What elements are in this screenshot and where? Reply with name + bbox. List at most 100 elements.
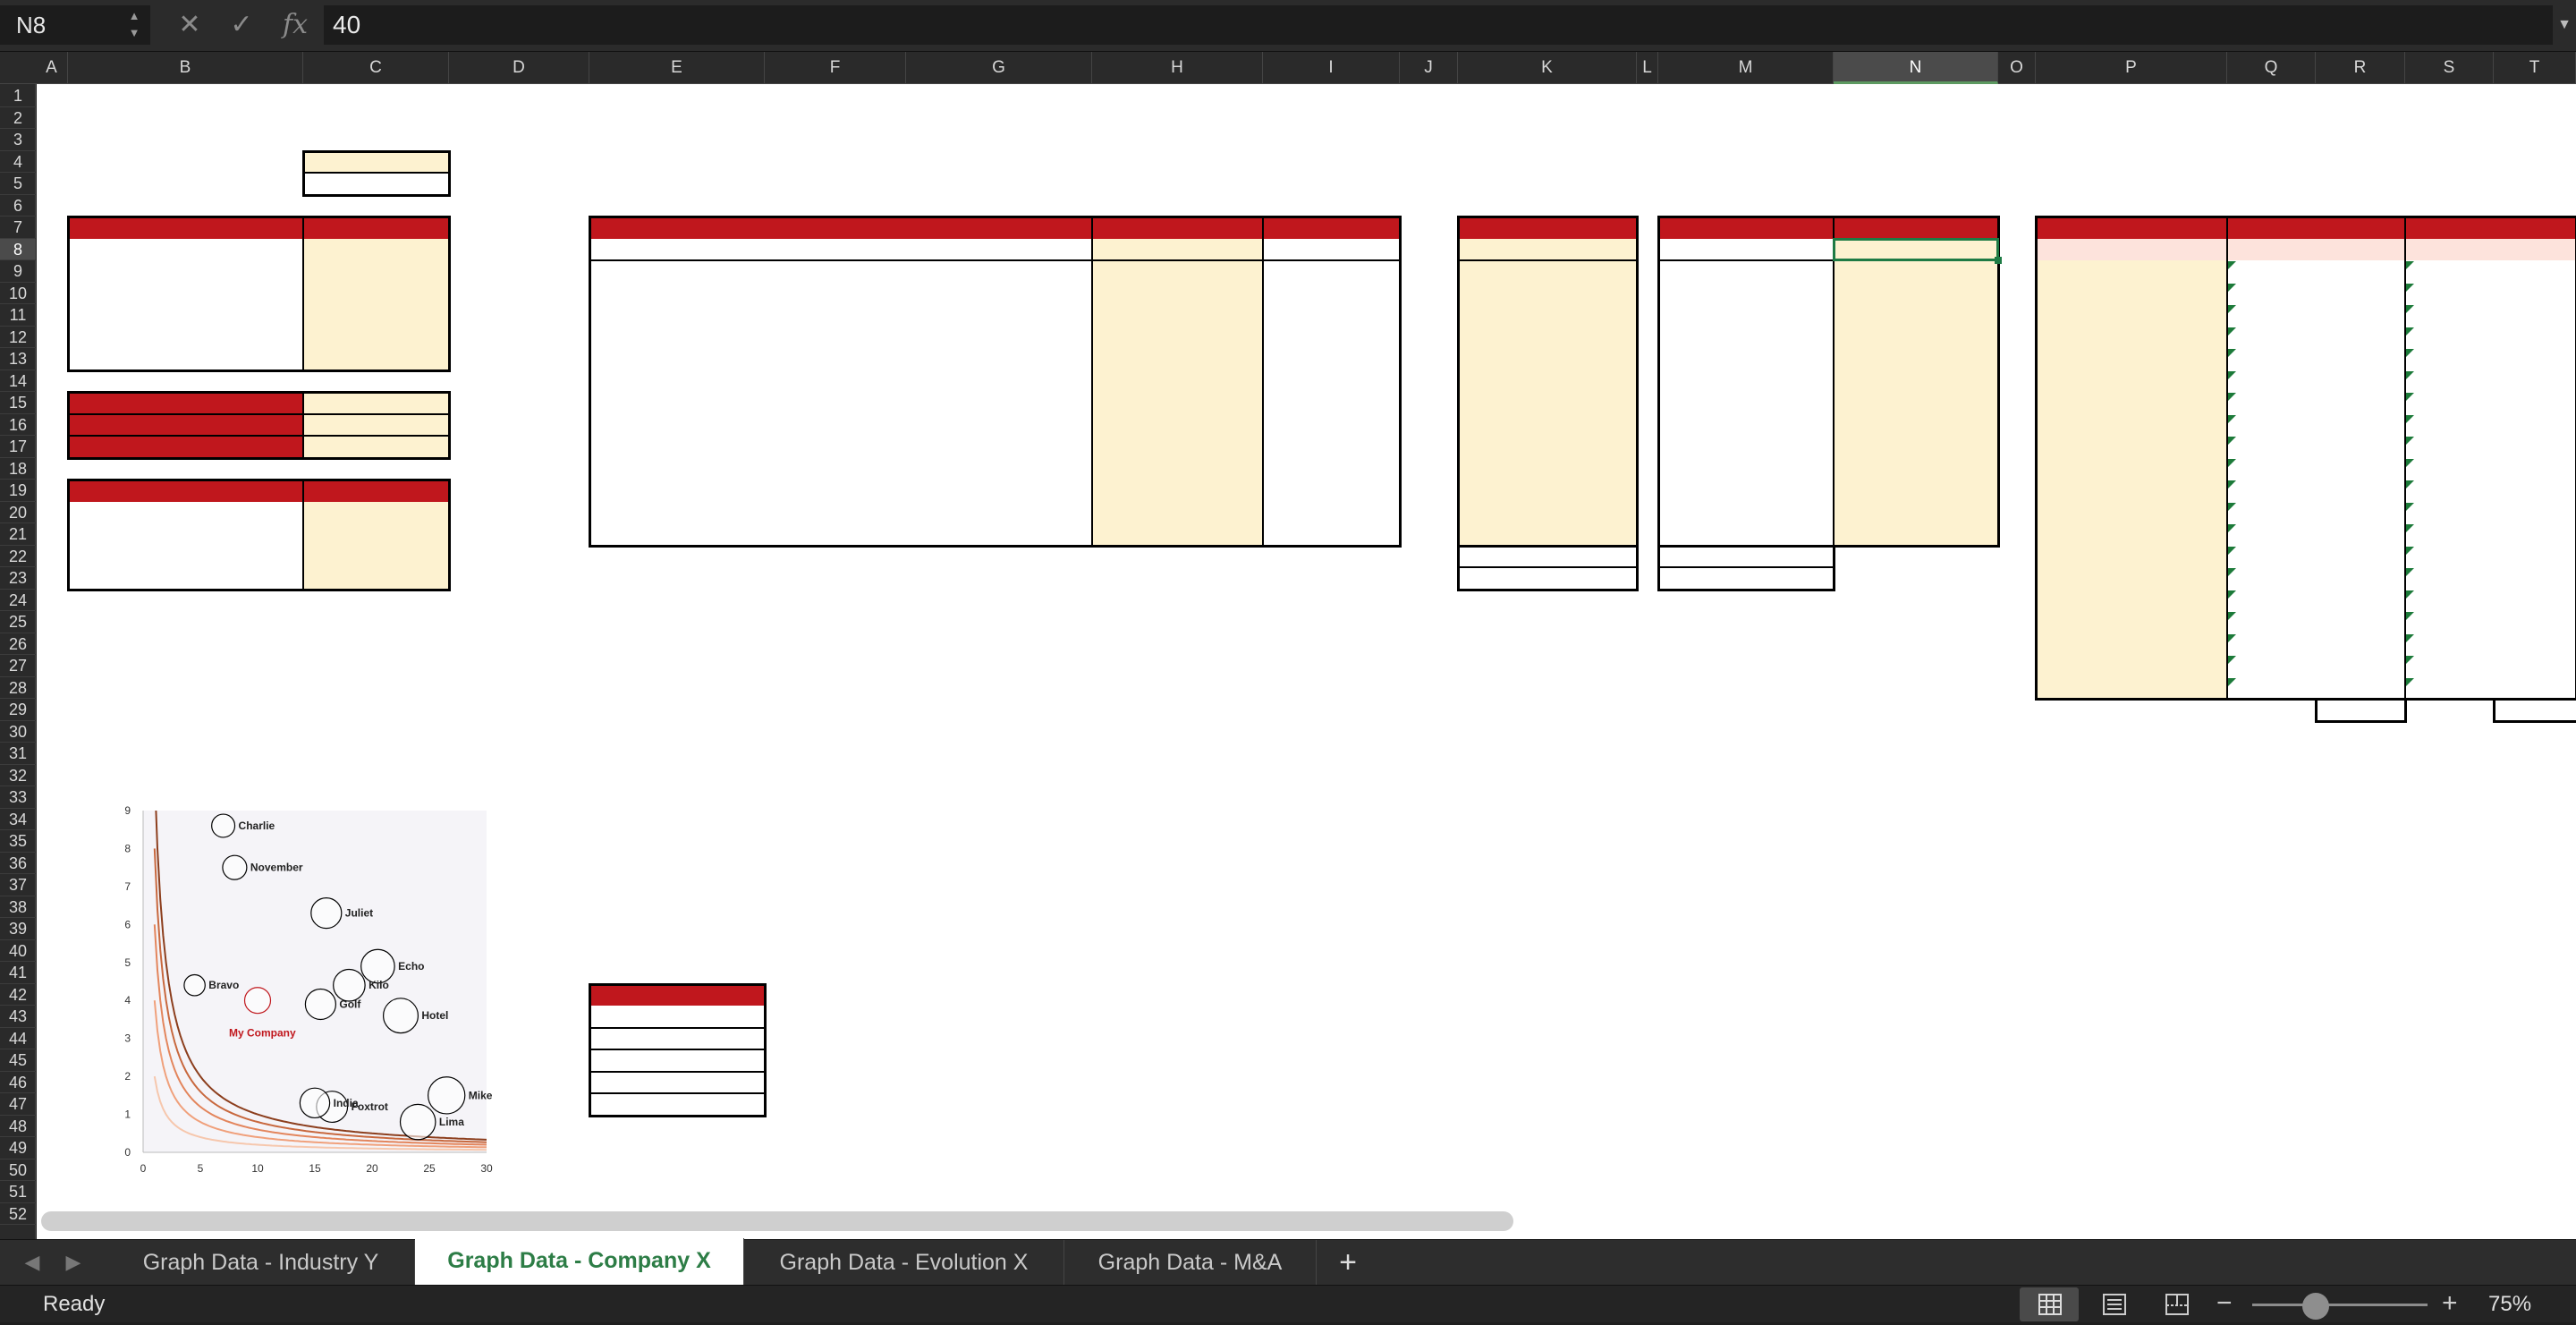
row-header-7[interactable]: 7 (0, 217, 36, 239)
prev-sheet-icon[interactable]: ◀ (14, 1240, 50, 1285)
row-header-36[interactable]: 36 (0, 853, 36, 874)
sheet-tab[interactable]: Graph Data - Industry Y (107, 1240, 415, 1285)
row-header-33[interactable]: 33 (0, 786, 36, 809)
column-header-K[interactable]: K (1458, 52, 1637, 84)
column-header-L[interactable]: L (1637, 52, 1658, 84)
row-header-43[interactable]: 43 (0, 1006, 36, 1028)
row-header-25[interactable]: 25 (0, 611, 36, 633)
row-header-52[interactable]: 52 (0, 1203, 36, 1225)
column-header-E[interactable]: E (589, 52, 765, 84)
row-header-6[interactable]: 6 (0, 195, 36, 217)
sheet-tab[interactable]: Graph Data - Evolution X (744, 1240, 1064, 1285)
row-header-35[interactable]: 35 (0, 830, 36, 853)
horizontal-scrollbar[interactable] (41, 1211, 1513, 1231)
row-header-24[interactable]: 24 (0, 590, 36, 611)
row-header-3[interactable]: 3 (0, 129, 36, 151)
confirm-icon[interactable]: ✓ (224, 7, 259, 43)
column-header-S[interactable]: S (2405, 52, 2494, 84)
column-header-F[interactable]: F (765, 52, 906, 84)
column-header-A[interactable]: A (36, 52, 68, 84)
row-header-17[interactable]: 17 (0, 436, 36, 458)
row-header-39[interactable]: 39 (0, 918, 36, 940)
row-header-42[interactable]: 42 (0, 984, 36, 1006)
cancel-icon[interactable]: ✕ (172, 7, 208, 43)
column-header-C[interactable]: C (303, 52, 449, 84)
row-header-12[interactable]: 12 (0, 327, 36, 348)
formula-input[interactable]: 40 (324, 5, 2553, 45)
column-header-O[interactable]: O (1998, 52, 2036, 84)
min-label[interactable] (1400, 567, 1458, 590)
zoom-slider-handle[interactable] (2302, 1293, 2329, 1320)
row-header-29[interactable]: 29 (0, 699, 36, 721)
next-sheet-icon[interactable]: ▶ (55, 1240, 91, 1285)
name-box-stepper[interactable]: ▲ ▼ (125, 7, 143, 43)
row-header-30[interactable]: 30 (0, 721, 36, 743)
row-header-21[interactable]: 21 (0, 523, 36, 546)
selected-cell-outline[interactable] (1833, 237, 1999, 261)
page-layout-button[interactable] (2084, 1287, 2143, 1321)
function-icon[interactable]: fx (277, 7, 313, 43)
row-header-2[interactable]: 2 (0, 107, 36, 129)
row-header-5[interactable]: 5 (0, 173, 36, 195)
row-header-44[interactable]: 44 (0, 1028, 36, 1049)
row-header-41[interactable]: 41 (0, 962, 36, 984)
column-header-R[interactable]: R (2316, 52, 2405, 84)
zoom-slider[interactable] (2252, 1304, 2428, 1306)
column-header-N[interactable]: N (1834, 52, 1998, 84)
row-header-51[interactable]: 51 (0, 1181, 36, 1203)
max-label[interactable] (1400, 546, 1458, 568)
column-header-G[interactable]: G (906, 52, 1092, 84)
row-header-23[interactable]: 23 (0, 567, 36, 590)
row-header-48[interactable]: 48 (0, 1116, 36, 1137)
row-header-46[interactable]: 46 (0, 1072, 36, 1093)
fill-handle[interactable] (1995, 257, 2002, 264)
column-header-I[interactable]: I (1263, 52, 1400, 84)
row-header-27[interactable]: 27 (0, 655, 36, 677)
row-header-4[interactable]: 4 (0, 151, 36, 173)
row-header-1[interactable]: 1 (0, 85, 36, 107)
row-header-13[interactable]: 13 (0, 348, 36, 370)
row-header-20[interactable]: 20 (0, 502, 36, 523)
row-header-9[interactable]: 9 (0, 260, 36, 283)
add-sheet-button[interactable]: + (1317, 1240, 1379, 1285)
row-header-15[interactable]: 15 (0, 392, 36, 414)
row-header-31[interactable]: 31 (0, 743, 36, 765)
row-header-10[interactable]: 10 (0, 283, 36, 304)
column-header-D[interactable]: D (449, 52, 589, 84)
column-header-T[interactable]: T (2494, 52, 2576, 84)
column-header-H[interactable]: H (1092, 52, 1263, 84)
row-header-22[interactable]: 22 (0, 546, 36, 567)
sheet-tab[interactable]: Graph Data - M&A (1064, 1240, 1317, 1285)
worksheet-grid[interactable]: 0 5 10 15 20 25 30 0 1 2 3 4 5 6 7 8 9 My Company Bravo Cha… (37, 84, 2576, 1239)
labels-ppt-title[interactable] (589, 962, 765, 984)
row-header-28[interactable]: 28 (0, 677, 36, 699)
row-header-50[interactable]: 50 (0, 1159, 36, 1181)
row-header-14[interactable]: 14 (0, 370, 36, 392)
row-header-34[interactable]: 34 (0, 809, 36, 830)
row-header-11[interactable]: 11 (0, 304, 36, 327)
chevron-down-icon[interactable]: ▼ (2553, 5, 2576, 45)
row-header-19[interactable]: 19 (0, 480, 36, 502)
page-break-button[interactable] (2147, 1287, 2206, 1321)
sheet-tab[interactable]: Graph Data - Company X (415, 1238, 744, 1287)
normal-view-button[interactable] (2020, 1287, 2079, 1321)
row-header-16[interactable]: 16 (0, 414, 36, 436)
column-header-Q[interactable]: Q (2227, 52, 2316, 84)
row-header-26[interactable]: 26 (0, 633, 36, 655)
strategic-control-chart[interactable]: 0 5 10 15 20 25 30 0 1 2 3 4 5 6 7 8 9 My Company Bravo Cha… (106, 794, 499, 1179)
row-header-18[interactable]: 18 (0, 458, 36, 480)
zoom-out-button[interactable]: − (2216, 1286, 2233, 1321)
row-header-8[interactable]: 8 (0, 238, 36, 260)
row-header-38[interactable]: 38 (0, 896, 36, 918)
row-header-49[interactable]: 49 (0, 1137, 36, 1159)
row-header-32[interactable]: 32 (0, 765, 36, 786)
column-header-M[interactable]: M (1658, 52, 1834, 84)
zoom-in-button[interactable]: + (2442, 1286, 2458, 1321)
row-header-40[interactable]: 40 (0, 940, 36, 962)
row-header-45[interactable]: 45 (0, 1049, 36, 1072)
column-header-B[interactable]: B (68, 52, 303, 84)
column-header-P[interactable]: P (2036, 52, 2227, 84)
row-header-37[interactable]: 37 (0, 874, 36, 896)
column-header-J[interactable]: J (1400, 52, 1458, 84)
row-header-47[interactable]: 47 (0, 1093, 36, 1116)
